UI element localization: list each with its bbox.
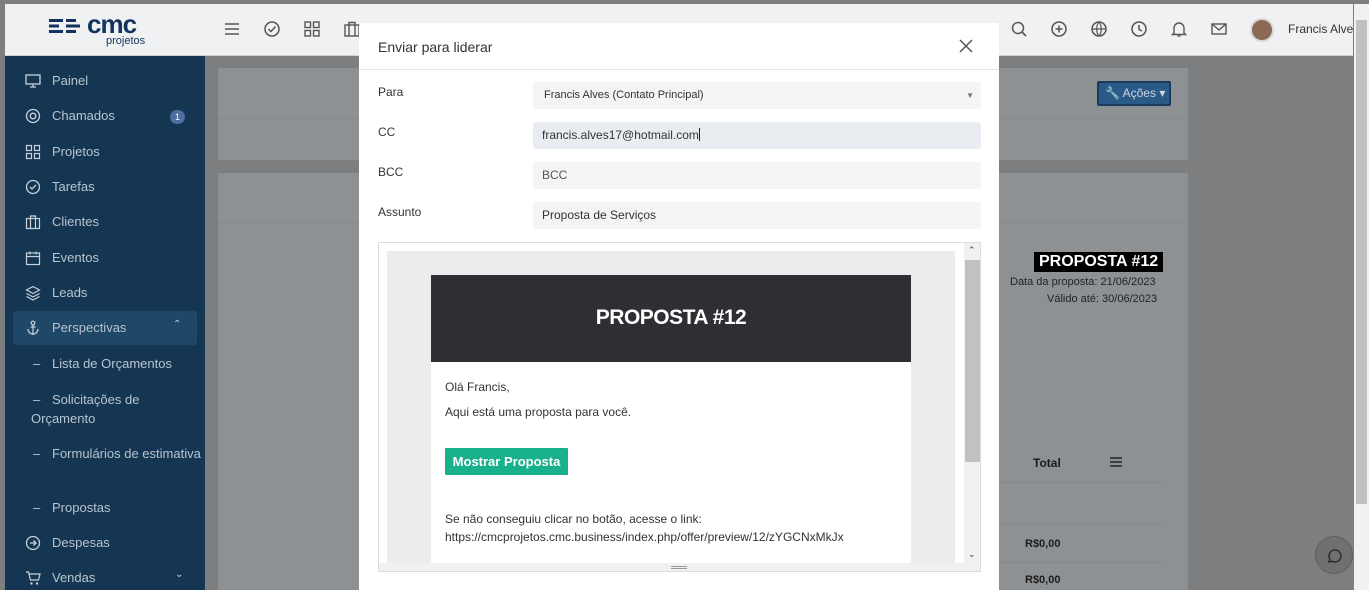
sidebar-item-despesas[interactable]: Despesas (5, 526, 205, 560)
grid-icon[interactable] (303, 20, 321, 38)
grid-icon (25, 144, 41, 160)
logo-mark-icon (49, 19, 80, 33)
layers-icon (25, 285, 41, 301)
close-icon[interactable] (959, 39, 973, 53)
chat-bubble-icon (1328, 549, 1342, 563)
sidebar-subitem-formularios[interactable]: – Formulários de estimativa (5, 444, 205, 484)
sidebar-item-chamados[interactable]: Chamados 1 (5, 99, 205, 133)
user-avatar[interactable] (1250, 18, 1274, 42)
sidebar-item-painel[interactable]: Painel (5, 64, 205, 98)
sidebar: Painel Chamados 1 Projetos Tarefas Clien… (5, 56, 205, 590)
caret-down-icon: ▼ (966, 91, 974, 100)
email-body-editor[interactable]: PROPOSTA #12 Olá Francis, Aqui está uma … (378, 242, 981, 571)
sidebar-item-tarefas[interactable]: Tarefas (5, 170, 205, 204)
briefcase-icon (25, 215, 41, 230)
cc-label: CC (378, 125, 396, 139)
page-scrollbar[interactable] (1354, 4, 1369, 590)
sidebar-item-leads[interactable]: Leads (5, 276, 205, 310)
sidebar-item-projetos[interactable]: Projetos (5, 135, 205, 169)
email-header: PROPOSTA #12 (431, 275, 911, 362)
email-card: PROPOSTA #12 Olá Francis, Aqui está uma … (431, 275, 911, 570)
columns-menu-icon[interactable] (1110, 457, 1122, 467)
arrow-right-circle-icon (25, 535, 41, 551)
to-select[interactable]: Francis Alves (Contato Principal) ▼ (533, 82, 981, 109)
bell-icon[interactable] (1170, 20, 1188, 38)
anchor-icon (27, 320, 39, 335)
actions-dropdown-button[interactable]: 🔧 Ações ▾ (1097, 81, 1171, 106)
modal-header: Enviar para liderar (359, 23, 999, 70)
search-icon[interactable] (1010, 20, 1028, 38)
email-header-title: PROPOSTA #12 (595, 306, 747, 329)
wrench-icon: 🔧 (1105, 86, 1120, 100)
mail-icon[interactable] (1210, 20, 1228, 38)
check-circle-icon[interactable] (263, 20, 281, 38)
chevron-up-icon: ⌃ (173, 319, 182, 330)
sidebar-item-vendas[interactable]: Vendas ⌄ (5, 561, 205, 590)
proposal-date: Data da proposta: 21/06/2023 (1010, 276, 1156, 288)
logo-subtext: projetos (106, 35, 146, 47)
editor-scrollbar[interactable]: ⌃ ⌄ (964, 243, 980, 570)
top-left-icons (223, 20, 361, 38)
sidebar-item-perspectivas[interactable]: Perspectivas ⌃ (13, 311, 197, 345)
show-proposal-button[interactable]: Mostrar Proposta (445, 448, 568, 475)
globe-icon[interactable] (1090, 20, 1108, 38)
scroll-up-icon[interactable]: ⌃ (968, 245, 976, 256)
clock-icon[interactable] (1130, 20, 1148, 38)
table-header-total: Total (1033, 456, 1061, 470)
monitor-icon (25, 74, 41, 88)
subject-input[interactable]: Proposta de Serviços (533, 202, 981, 229)
modal-title: Enviar para liderar (378, 39, 493, 55)
text-cursor (698, 128, 700, 141)
plus-circle-icon[interactable] (1050, 20, 1068, 38)
table-cell-total: R$0,00 (1025, 574, 1061, 586)
calendar-icon (25, 251, 41, 266)
bcc-label: BCC (378, 165, 404, 179)
email-intro: Aqui está uma proposta para você. (445, 405, 632, 419)
chat-button[interactable] (1315, 536, 1353, 574)
resize-grip-icon (671, 566, 687, 569)
user-name[interactable]: Francis Alves (1288, 22, 1359, 36)
chevron-down-icon: ⌄ (175, 569, 184, 580)
email-fallback-link[interactable]: https://cmcprojetos.cmc.business/index.p… (445, 530, 844, 544)
email-fallback-text: Se não conseguiu clicar no botão, acesse… (445, 512, 702, 526)
bcc-input[interactable]: BCC (533, 162, 981, 189)
chamados-count-badge: 1 (170, 110, 185, 124)
check-circle-icon (25, 179, 41, 195)
scroll-down-icon[interactable]: ⌄ (968, 549, 976, 560)
sidebar-item-clientes[interactable]: Clientes (5, 205, 205, 239)
app-logo[interactable]: cmc projetos (45, 9, 165, 52)
hamburger-menu-icon[interactable] (223, 20, 241, 38)
top-right-icons (1010, 20, 1228, 38)
sidebar-subitem-solicitacoes[interactable]: – Solicitações de Orçamento (5, 390, 205, 430)
subject-label: Assunto (378, 205, 422, 219)
editor-resize-handle[interactable] (378, 563, 981, 572)
sidebar-item-eventos[interactable]: Eventos (5, 241, 205, 275)
send-email-modal: Enviar para liderar Para Francis Alves (… (359, 23, 999, 590)
cc-input[interactable]: francis.alves17@hotmail.com (533, 122, 981, 149)
email-greeting: Olá Francis, (445, 380, 510, 394)
proposal-valid-until: Válido até: 30/06/2023 (1047, 293, 1158, 305)
to-label: Para (378, 85, 404, 99)
email-preview-background: PROPOSTA #12 Olá Francis, Aqui está uma … (387, 251, 955, 570)
table-cell-total: R$0,00 (1025, 538, 1061, 550)
document-title: PROPOSTA #12 (1034, 252, 1164, 272)
cart-icon (26, 571, 41, 585)
lifebuoy-icon (25, 108, 41, 124)
